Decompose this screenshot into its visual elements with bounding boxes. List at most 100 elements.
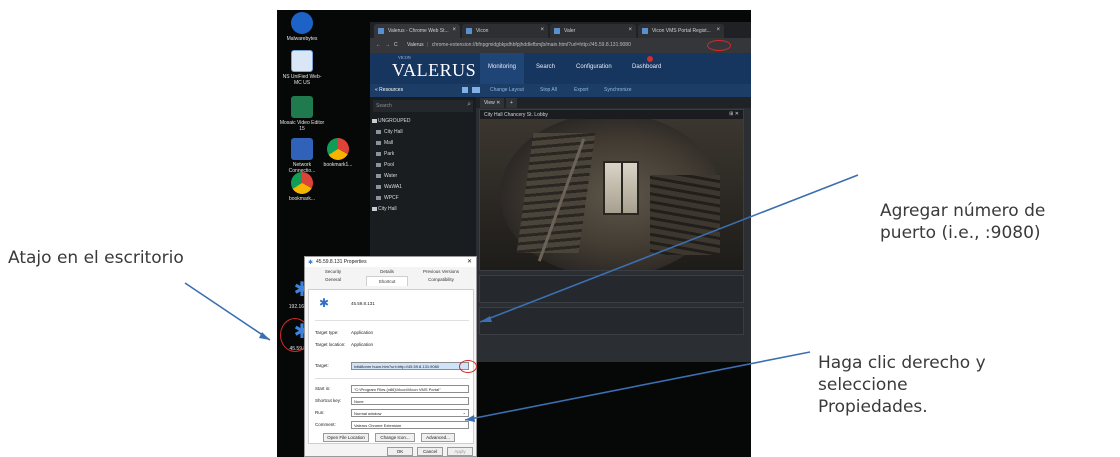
browser-tab-portal[interactable]: Vicon VMS Portal Regist... × xyxy=(638,24,724,38)
tree-item[interactable]: Park xyxy=(370,151,476,162)
desktop-icon-mosaic[interactable]: Mosaic Video Editor 15 xyxy=(279,96,325,132)
target-port-highlight-circle xyxy=(459,360,477,373)
camera-icon xyxy=(376,152,381,156)
fisheye-view xyxy=(500,119,720,270)
nav-search[interactable]: Search xyxy=(536,64,555,70)
shortcut-key-field[interactable]: None xyxy=(351,397,469,405)
change-layout-button[interactable]: Change Layout xyxy=(490,87,524,93)
stairs-left xyxy=(516,133,596,253)
tab-close-icon[interactable]: × xyxy=(716,27,720,33)
cancel-button[interactable]: Cancel xyxy=(417,447,443,456)
tree-item[interactable]: Water xyxy=(370,173,476,184)
camera-title-bar: City Hall Chancery St. Lobby ⊞ ✕ xyxy=(480,110,743,119)
browser-tab-vicon[interactable]: Vicon × xyxy=(462,24,548,38)
apply-button[interactable]: Apply xyxy=(447,447,473,456)
empty-video-tile[interactable] xyxy=(479,307,744,335)
tab-previous-versions[interactable]: Previous Versions xyxy=(420,269,462,274)
dialog-tabs: Security Details Previous Versions Gener… xyxy=(308,269,473,289)
change-icon-button[interactable]: Change Icon... xyxy=(375,433,415,442)
target-field-value: lxtid8onm huon.htm?url=http://45.59.8.13… xyxy=(354,364,440,369)
tree-item[interactable]: City Hall xyxy=(370,129,476,140)
nav-configuration[interactable]: Configuration xyxy=(576,64,612,70)
nav-dashboard[interactable]: Dashboard xyxy=(632,64,661,70)
desktop-icon-bookmark1[interactable]: bookmark1... xyxy=(315,138,361,168)
tree-item-label: Mall xyxy=(384,140,394,146)
ok-button[interactable]: OK xyxy=(387,447,413,456)
desktop-icon-malwarebytes[interactable]: Malwarebytes xyxy=(279,12,325,42)
annotation-right-line2: seleccione xyxy=(818,375,908,395)
target-field[interactable]: lxtid8onm huon.htm?url=http://45.59.8.13… xyxy=(351,362,469,370)
valerus-header: VICON VALERUS Monitoring Search Configur… xyxy=(370,53,751,84)
start-in-value: "C:\Program Files (x86)\Vicon\Vicon VMS … xyxy=(354,387,441,392)
folder-icon xyxy=(372,207,377,211)
camera-video-feed xyxy=(480,119,743,270)
tab-favicon-icon xyxy=(466,28,472,34)
desktop-icon-ns-unified[interactable]: NS UniFied Web-MC US xyxy=(279,50,325,86)
start-in-label: Start in: xyxy=(315,386,331,391)
close-icon[interactable]: ✕ xyxy=(467,258,472,265)
target-type-label: Target type: xyxy=(315,330,339,335)
tab-close-icon[interactable]: × xyxy=(540,27,544,33)
nav-monitoring[interactable]: Monitoring xyxy=(480,53,525,84)
annotation-desktop-shortcut: Atajo en el escritorio xyxy=(8,248,184,268)
tree-group[interactable]: UNGROUPED xyxy=(370,118,476,129)
comment-label: Comment: xyxy=(315,422,336,427)
tab-general[interactable]: General xyxy=(312,277,354,282)
resources-header[interactable]: « Resources xyxy=(375,87,403,93)
tree-item[interactable]: WaWA1 xyxy=(370,184,476,195)
export-button[interactable]: Export xyxy=(574,87,588,93)
shortcut-app-icon: ✱ xyxy=(308,260,314,266)
start-in-field[interactable]: "C:\Program Files (x86)\Vicon\Vicon VMS … xyxy=(351,385,469,393)
tab-label: Vicon xyxy=(476,28,489,34)
tree-group[interactable]: City Hall xyxy=(370,206,476,217)
camera-icon xyxy=(376,141,381,145)
tree-item[interactable]: Mall xyxy=(370,140,476,151)
browser-tab-valer[interactable]: Valer × xyxy=(550,24,636,38)
camera-icon xyxy=(376,130,381,134)
view-tab[interactable]: View ✕ xyxy=(480,98,505,108)
resource-view-icons[interactable] xyxy=(462,86,482,94)
shortcut-key-label: Shortcut key: xyxy=(315,398,342,403)
resource-search-input[interactable]: Search ⌕ xyxy=(373,100,473,112)
stairwell-window xyxy=(603,161,639,215)
tab-favicon-icon xyxy=(554,28,560,34)
editor-icon xyxy=(291,96,313,118)
shortcut-key-value: None xyxy=(354,399,364,404)
synchronize-button[interactable]: Synchronize xyxy=(604,87,632,93)
annotation-port-line2: puerto (i.e., :9080) xyxy=(880,223,1041,243)
annotation-port-line1: Agregar número de xyxy=(880,201,1046,221)
tab-details[interactable]: Details xyxy=(366,269,408,274)
tree-item[interactable]: Pool xyxy=(370,162,476,173)
comment-field[interactable]: Valerus Chrome Extension xyxy=(351,421,469,429)
shortcut-large-icon: ✱ xyxy=(319,296,330,310)
chevron-down-icon: ⌄ xyxy=(462,410,466,415)
search-placeholder: Search xyxy=(376,103,392,109)
target-type-value: Application xyxy=(351,330,374,335)
tab-close-icon[interactable]: × xyxy=(628,27,632,33)
browser-tab-valerus[interactable]: Valerus - Chrome Web St... × xyxy=(374,24,460,38)
annotation-right-line1: Haga clic derecho y xyxy=(818,353,986,373)
camera-icon xyxy=(376,185,381,189)
stop-all-button[interactable]: Stop All xyxy=(540,87,557,93)
advanced-button[interactable]: Advanced... xyxy=(421,433,455,442)
tab-label: Valerus - Chrome Web St... xyxy=(388,28,449,34)
address-bar[interactable]: ←→C Valerus | chrome-extension://bfnpgmi… xyxy=(370,38,751,53)
tree-item[interactable]: WPCF xyxy=(370,195,476,206)
tab-close-icon[interactable]: × xyxy=(452,27,456,33)
tab-security[interactable]: Security xyxy=(312,269,354,274)
camera-controls-icon[interactable]: ⊞ ✕ xyxy=(729,111,739,117)
run-select[interactable]: Normal window ⌄ xyxy=(351,409,469,417)
shortcut-name: 45.59.8.131 xyxy=(351,301,375,306)
nav-arrows-icon[interactable]: ←→C xyxy=(376,42,402,48)
dialog-title: 45.59.8.131 Properties xyxy=(316,259,367,265)
add-view-icon[interactable]: + xyxy=(506,98,517,108)
tab-favicon-icon xyxy=(378,28,384,34)
tab-compatibility[interactable]: Compatibility xyxy=(420,277,462,282)
run-label: Run: xyxy=(315,410,325,415)
desktop-icon-bookmark2[interactable]: bookmark... xyxy=(279,172,325,202)
open-file-location-button[interactable]: Open File Location xyxy=(323,433,369,442)
view-tab-label: View xyxy=(484,100,495,106)
tab-shortcut[interactable]: Shortcut xyxy=(366,276,408,286)
camera-tile[interactable]: City Hall Chancery St. Lobby ⊞ ✕ xyxy=(479,109,744,271)
empty-video-tile[interactable] xyxy=(479,275,744,303)
